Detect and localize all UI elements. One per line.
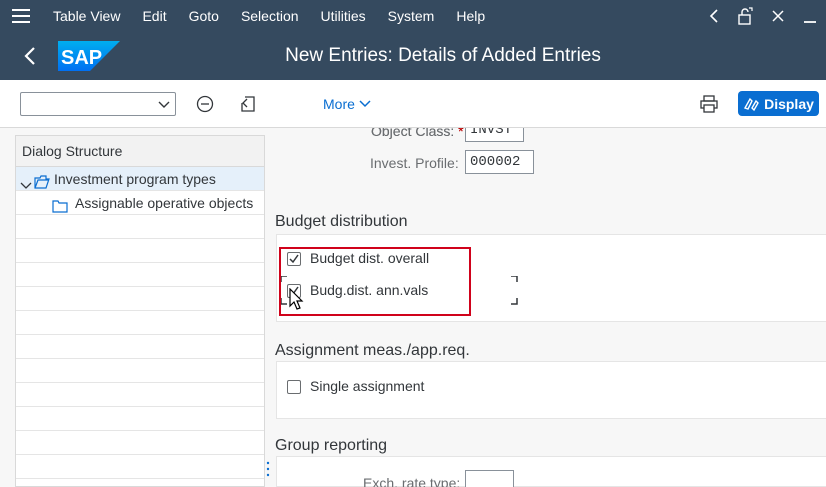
object-class-label-text: Object Class: bbox=[371, 128, 455, 139]
menu-goto[interactable]: Goto bbox=[178, 0, 230, 32]
object-class-field-visible[interactable]: INVST bbox=[465, 128, 524, 139]
chevron-left-icon[interactable] bbox=[698, 0, 730, 32]
object-class-label-visible: Object Class: * bbox=[371, 128, 464, 139]
minimize-icon[interactable] bbox=[794, 0, 826, 32]
exch-rate-type-field[interactable] bbox=[465, 470, 514, 487]
tree-item-assignable-operative-objects[interactable]: Assignable operative objects bbox=[16, 191, 264, 215]
chevron-down-icon bbox=[157, 97, 171, 114]
invest-profile-field[interactable]: 000002 bbox=[465, 150, 534, 174]
hamburger-menu-icon[interactable] bbox=[0, 0, 42, 32]
menu-bar: Table View Edit Goto Selection Utilities… bbox=[0, 0, 826, 32]
window-controls bbox=[698, 0, 826, 32]
tree-empty-row bbox=[16, 287, 264, 311]
tree-empty-row bbox=[16, 263, 264, 287]
tree-empty-row bbox=[16, 359, 264, 383]
menu-help[interactable]: Help bbox=[445, 0, 496, 32]
page-title: New Entries: Details of Added Entries bbox=[285, 45, 601, 66]
required-asterisk: * bbox=[458, 128, 464, 139]
command-field-dropdown[interactable] bbox=[20, 92, 176, 116]
assignment-section-title: Assignment meas./app.req. bbox=[275, 342, 470, 359]
menu-items: Table View Edit Goto Selection Utilities… bbox=[42, 0, 496, 32]
chevron-down-icon bbox=[359, 100, 371, 108]
group-reporting-group bbox=[276, 456, 826, 487]
tree-empty-row bbox=[16, 215, 264, 239]
tree-empty-row bbox=[16, 455, 264, 479]
display-button-overlay[interactable]: Display bbox=[738, 91, 819, 116]
budget-distribution-title: Budget distribution bbox=[275, 213, 408, 230]
display-label: Display bbox=[764, 95, 814, 112]
tree-item-investment-program-types[interactable]: Investment program types bbox=[16, 167, 264, 191]
tree-item-label: Assignable operative objects bbox=[75, 195, 254, 211]
exch-rate-type-label: Exch. rate type: bbox=[363, 475, 461, 487]
left-pane: Dialog Structure Investment program type… bbox=[0, 128, 270, 487]
annotation-highlight-box bbox=[279, 247, 471, 316]
tree-empty-row bbox=[16, 407, 264, 431]
invest-profile-label: Invest. Profile: bbox=[370, 155, 459, 171]
dialog-structure-panel: Dialog Structure Investment program type… bbox=[15, 135, 265, 487]
dialog-structure-header: Dialog Structure bbox=[16, 136, 264, 167]
object-class-row-visible: Object Class: * INVST bbox=[270, 128, 826, 139]
more-label: More bbox=[323, 96, 355, 112]
glasses-icon bbox=[744, 97, 759, 111]
title-bar: SAP New Entries: Details of Added Entrie… bbox=[0, 32, 826, 80]
group-reporting-title: Group reporting bbox=[275, 437, 388, 454]
previous-entry-icon[interactable] bbox=[236, 92, 260, 116]
print-icon-overlay[interactable] bbox=[697, 92, 721, 116]
cancel-circle-icon[interactable] bbox=[193, 92, 217, 116]
menu-edit[interactable]: Edit bbox=[131, 0, 177, 32]
menu-table-view[interactable]: Table View bbox=[42, 0, 131, 32]
tree-empty-row bbox=[16, 335, 264, 359]
menu-utilities[interactable]: Utilities bbox=[310, 0, 377, 32]
close-icon[interactable] bbox=[762, 0, 794, 32]
tree-empty-row bbox=[16, 239, 264, 263]
more-menu-button-overlay[interactable]: More bbox=[323, 92, 371, 116]
single-assignment-checkbox[interactable] bbox=[287, 380, 301, 394]
menu-selection[interactable]: Selection bbox=[230, 0, 310, 32]
tree-item-label: Investment program types bbox=[54, 171, 216, 187]
menu-system[interactable]: System bbox=[377, 0, 446, 32]
single-assignment-label: Single assignment bbox=[310, 378, 425, 394]
tree-empty-row bbox=[16, 431, 264, 455]
unlock-icon[interactable] bbox=[730, 0, 762, 32]
tree-empty-row bbox=[16, 383, 264, 407]
tree-empty-row bbox=[16, 311, 264, 335]
